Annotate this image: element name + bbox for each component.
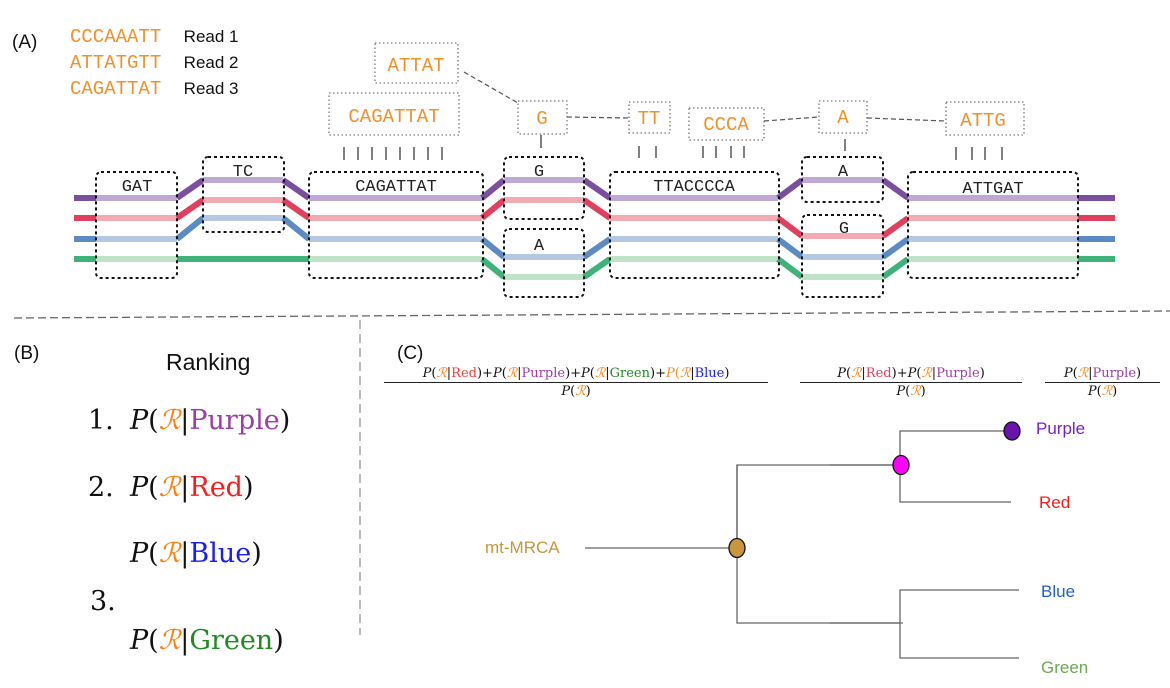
blue-green-split: [899, 589, 1019, 659]
purple-red-ancestor-node: [892, 454, 910, 476]
purple-leaf-node: [1003, 421, 1021, 441]
mrca-split: [736, 464, 903, 624]
phylogenetic-tree: [585, 421, 1021, 659]
root-label: mt-MRCA: [485, 538, 560, 557]
purple-red-split: [899, 430, 1011, 503]
leaf-label-blue: Blue: [1041, 582, 1076, 601]
mrca-node: [728, 537, 746, 559]
leaf-label-green: Green: [1041, 658, 1089, 677]
leaf-label-purple: Purple: [1036, 419, 1086, 438]
leaf-label-red: Red: [1039, 493, 1071, 512]
